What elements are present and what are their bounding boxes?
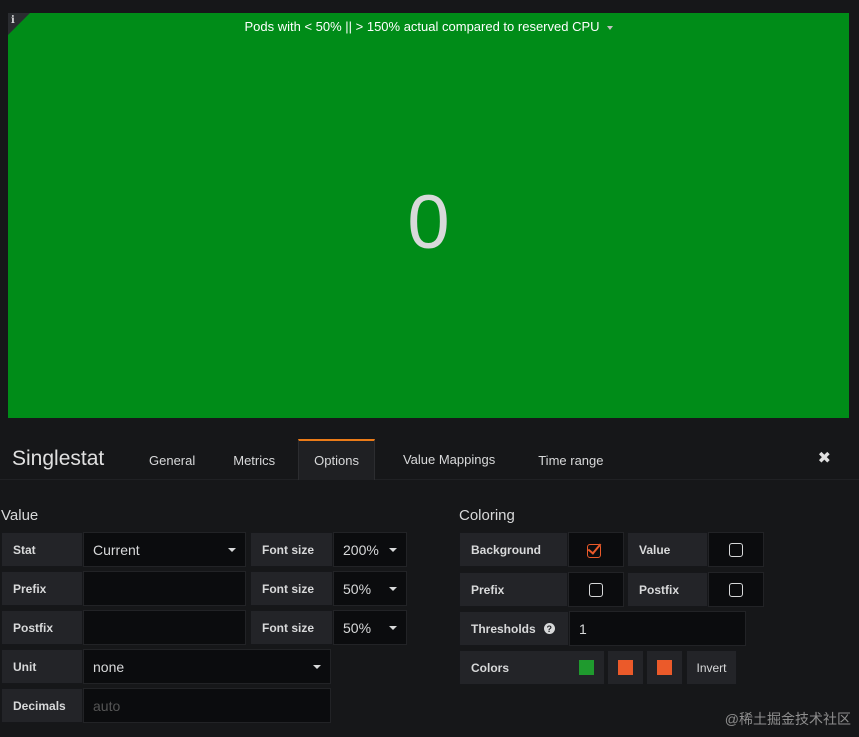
value-section-title: Value [1,507,39,524]
color-swatch-warn[interactable] [607,650,644,685]
tab-options[interactable]: Options [298,439,375,480]
font-size-label: Font size [250,532,333,567]
editor-tabs: General Metrics Options Value Mappings T… [132,439,621,480]
color-swatch-ok[interactable] [568,650,605,685]
panel-stat-value: 0 [407,180,450,265]
postfix-font-size-select[interactable]: 50% [333,610,407,645]
background-checkbox[interactable] [568,532,624,567]
checkbox-checked-icon [587,539,605,558]
value-color-label: Value [627,532,708,567]
stat-select[interactable]: Current [83,532,246,567]
postfix-input[interactable] [83,610,246,645]
invert-button[interactable]: Invert [686,650,737,685]
postfix-font-size-label: Font size [250,610,333,645]
caret-down-icon[interactable] [606,25,613,30]
tab-metrics[interactable]: Metrics [216,439,292,480]
postfix-color-checkbox[interactable] [708,572,764,607]
stat-label: Stat [1,532,83,567]
prefix-color-checkbox[interactable] [568,572,624,607]
coloring-section-title: Coloring [459,507,515,524]
decimals-label: Decimals [1,688,83,723]
stat-select-value: Current [93,541,140,558]
caret-down-icon [389,548,397,552]
prefix-font-size-value: 50% [343,580,372,597]
postfix-label: Postfix [1,610,83,645]
prefix-font-size-select[interactable]: 50% [333,571,407,606]
prefix-label: Prefix [1,571,83,606]
checkbox-icon [729,542,743,557]
close-icon[interactable]: ✖ [818,448,831,468]
panel-editor-header: Singlestat General Metrics Options Value… [0,418,859,480]
color-swatch-3 [657,660,672,675]
value-font-size-value: 200% [343,541,379,558]
caret-down-icon [228,548,236,552]
value-color-checkbox[interactable] [708,532,764,567]
thresholds-label-text: Thresholds [471,621,536,636]
postfix-font-size-value: 50% [343,619,372,636]
unit-select[interactable]: none [83,649,331,684]
thresholds-input[interactable]: 1 [569,611,746,646]
background-label: Background [459,532,568,567]
unit-label: Unit [1,649,83,684]
value-font-size-select[interactable]: 200% [333,532,407,567]
prefix-input[interactable] [83,571,246,606]
color-swatch-2 [618,660,633,675]
caret-down-icon [313,665,321,669]
singlestat-panel: i Pods with < 50% || > 150% actual compa… [8,13,849,418]
prefix-font-size-label: Font size [250,571,333,606]
thresholds-label: Thresholds ? [459,611,569,646]
prefix-color-label: Prefix [459,572,568,607]
checkbox-icon [589,582,603,597]
panel-title-text[interactable]: Pods with < 50% || > 150% actual compare… [244,19,599,34]
tab-general[interactable]: General [132,439,212,480]
postfix-color-label: Postfix [627,572,708,607]
color-swatch-1 [579,660,594,675]
tab-time-range[interactable]: Time range [521,439,620,480]
editor-title: Singlestat [12,447,105,470]
watermark: @稀土掘金技术社区 [724,711,851,727]
decimals-input[interactable]: auto [83,688,331,723]
color-swatch-crit[interactable] [646,650,683,685]
caret-down-icon [389,626,397,630]
panel-title[interactable]: Pods with < 50% || > 150% actual compare… [8,19,849,34]
tab-value-mappings[interactable]: Value Mappings [381,439,517,480]
checkbox-icon [729,582,743,597]
caret-down-icon [389,587,397,591]
help-icon[interactable]: ? [543,623,555,634]
unit-select-value: none [93,658,125,675]
